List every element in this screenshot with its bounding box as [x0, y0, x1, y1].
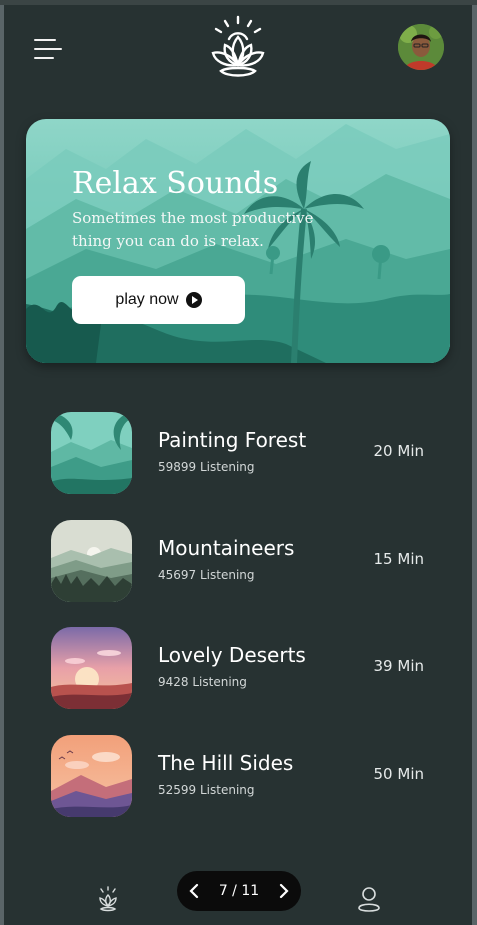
- forest-thumbnail: [51, 412, 132, 494]
- profile-icon[interactable]: [357, 885, 381, 913]
- track-duration: 39 Min: [373, 657, 424, 675]
- track-duration: 15 Min: [373, 550, 424, 568]
- menu-icon[interactable]: [34, 39, 68, 65]
- page-counter: 7 / 11: [218, 883, 260, 899]
- page-pager: 7 / 11: [177, 871, 301, 911]
- hero-title: Relax Sounds: [72, 166, 279, 201]
- track-listening-count: 52599 Listening: [158, 783, 255, 797]
- track-item-lovely-deserts[interactable]: Lovely Deserts 9428 Listening 39 Min: [51, 627, 436, 711]
- track-title: The Hill Sides: [158, 751, 294, 775]
- track-duration: 20 Min: [373, 442, 424, 460]
- hero-subtitle: Sometimes the most productive thing you …: [72, 209, 314, 250]
- lotus-sun-icon: [211, 15, 265, 77]
- track-title: Mountaineers: [158, 536, 295, 560]
- previous-page-button[interactable]: [177, 871, 211, 911]
- track-item-painting-forest[interactable]: Painting Forest 59899 Listening 20 Min: [51, 412, 436, 496]
- track-item-mountaineers[interactable]: Mountaineers 45697 Listening 15 Min: [51, 520, 436, 604]
- home-lotus-icon[interactable]: [95, 886, 121, 912]
- chevron-left-icon: [189, 883, 199, 899]
- track-item-the-hill-sides[interactable]: The Hill Sides 52599 Listening 50 Min: [51, 735, 436, 819]
- desert-thumbnail: [51, 627, 132, 709]
- next-page-button[interactable]: [267, 871, 301, 911]
- track-listening-count: 45697 Listening: [158, 568, 255, 582]
- play-circle-icon: [185, 292, 202, 308]
- track-title: Painting Forest: [158, 428, 307, 452]
- app-screen: Relax Sounds Sometimes the most producti…: [4, 5, 472, 925]
- play-now-label: play now: [115, 291, 179, 308]
- chevron-right-icon: [279, 883, 289, 899]
- hero-banner: Relax Sounds Sometimes the most producti…: [26, 119, 450, 363]
- play-now-button[interactable]: play now: [72, 276, 245, 324]
- track-listening-count: 59899 Listening: [158, 460, 255, 474]
- user-avatar[interactable]: [398, 24, 444, 70]
- hills-thumbnail: [51, 735, 132, 817]
- track-listening-count: 9428 Listening: [158, 675, 247, 689]
- track-duration: 50 Min: [373, 765, 424, 783]
- mountains-thumbnail: [51, 520, 132, 602]
- track-title: Lovely Deserts: [158, 643, 306, 667]
